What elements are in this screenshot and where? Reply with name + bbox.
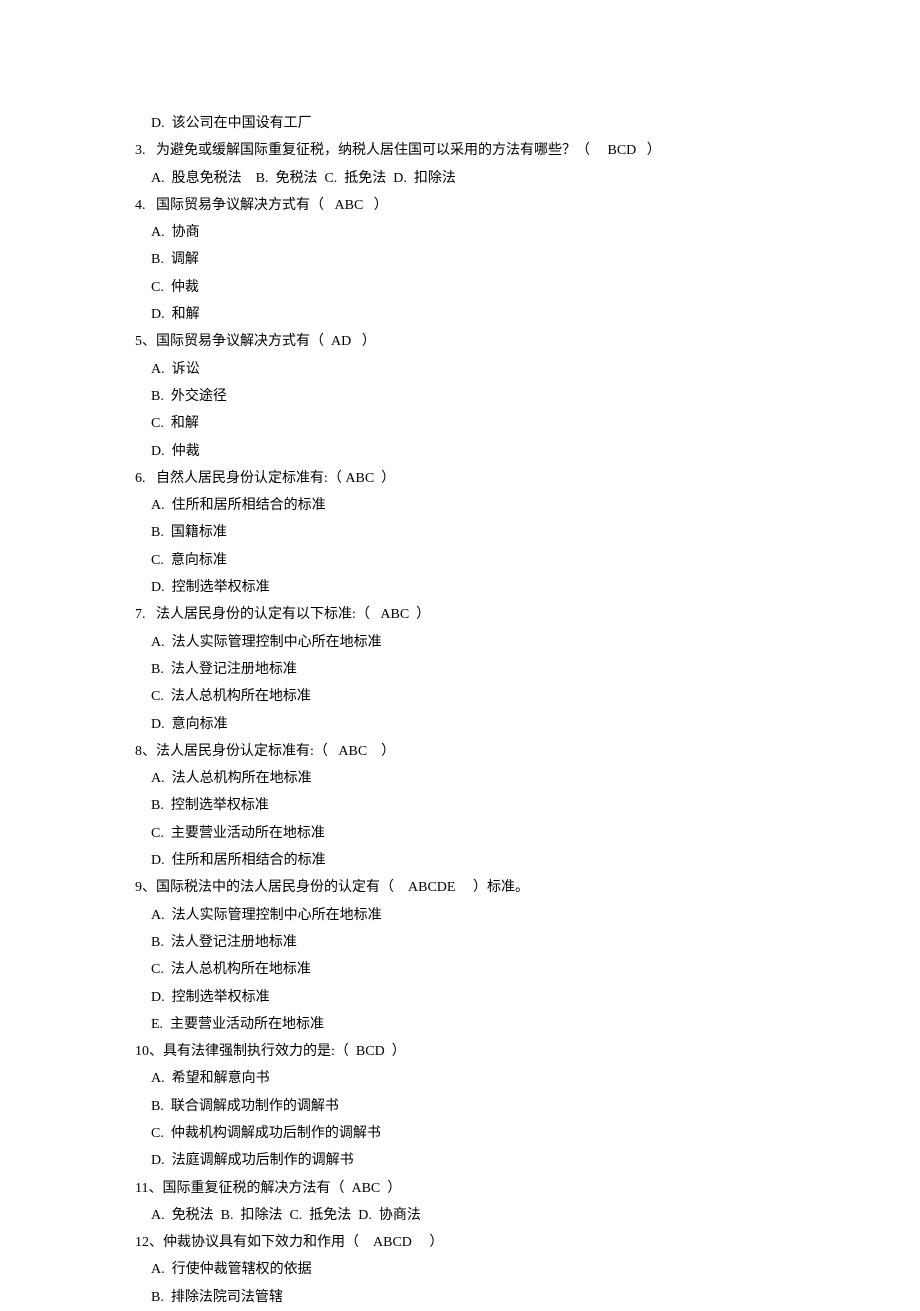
text-line: 7. 法人居民身份的认定有以下标准:（ ABC ） xyxy=(135,601,790,628)
text-line: C. 法人总机构所在地标准 xyxy=(135,683,790,710)
text-line: 10、具有法律强制执行效力的是:（ BCD ） xyxy=(135,1038,790,1065)
text-line: D. 法庭调解成功后制作的调解书 xyxy=(135,1147,790,1174)
text-line: D. 意向标准 xyxy=(135,711,790,738)
text-line: D. 仲裁 xyxy=(135,438,790,465)
text-line: A. 法人实际管理控制中心所在地标准 xyxy=(135,629,790,656)
text-line: C. 仲裁机构调解成功后制作的调解书 xyxy=(135,1120,790,1147)
text-line: B. 排除法院司法管辖 xyxy=(135,1284,790,1311)
text-line: 6. 自然人居民身份认定标准有:（ ABC ） xyxy=(135,465,790,492)
text-line: A. 法人总机构所在地标准 xyxy=(135,765,790,792)
text-line: B. 国籍标准 xyxy=(135,519,790,546)
text-line: A. 住所和居所相结合的标准 xyxy=(135,492,790,519)
text-line: 3. 为避免或缓解国际重复征税，纳税人居住国可以采用的方法有哪些？（ BCD ） xyxy=(135,137,790,164)
text-line: C. 仲裁 xyxy=(135,274,790,301)
text-line: D. 控制选举权标准 xyxy=(135,574,790,601)
text-line: B. 控制选举权标准 xyxy=(135,792,790,819)
text-line: 12、仲裁协议具有如下效力和作用（ ABCD ） xyxy=(135,1229,790,1256)
text-line: C. 主要营业活动所在地标准 xyxy=(135,820,790,847)
text-line: A. 股息免税法 B. 免税法 C. 抵免法 D. 扣除法 xyxy=(135,165,790,192)
text-line: E. 主要营业活动所在地标准 xyxy=(135,1011,790,1038)
text-line: A. 免税法 B. 扣除法 C. 抵免法 D. 协商法 xyxy=(135,1202,790,1229)
text-line: 9、国际税法中的法人居民身份的认定有（ ABCDE ）标准。 xyxy=(135,874,790,901)
text-line: A. 行使仲裁管辖权的依据 xyxy=(135,1256,790,1283)
text-line: B. 调解 xyxy=(135,246,790,273)
text-line: B. 法人登记注册地标准 xyxy=(135,929,790,956)
text-line: B. 联合调解成功制作的调解书 xyxy=(135,1093,790,1120)
text-line: C. 意向标准 xyxy=(135,547,790,574)
text-line: 11、国际重复征税的解决方法有（ ABC ） xyxy=(135,1175,790,1202)
text-line: A. 诉讼 xyxy=(135,356,790,383)
text-line: 4. 国际贸易争议解决方式有（ ABC ） xyxy=(135,192,790,219)
text-line: D. 和解 xyxy=(135,301,790,328)
text-line: 8、法人居民身份认定标准有:（ ABC ） xyxy=(135,738,790,765)
document-body: D. 该公司在中国设有工厂3. 为避免或缓解国际重复征税，纳税人居住国可以采用的… xyxy=(135,110,790,1311)
text-line: D. 控制选举权标准 xyxy=(135,984,790,1011)
text-line: B. 法人登记注册地标准 xyxy=(135,656,790,683)
text-line: C. 法人总机构所在地标准 xyxy=(135,956,790,983)
text-line: 5、国际贸易争议解决方式有（ AD ） xyxy=(135,328,790,355)
text-line: D. 该公司在中国设有工厂 xyxy=(135,110,790,137)
text-line: C. 和解 xyxy=(135,410,790,437)
text-line: A. 法人实际管理控制中心所在地标准 xyxy=(135,902,790,929)
text-line: A. 希望和解意向书 xyxy=(135,1065,790,1092)
text-line: B. 外交途径 xyxy=(135,383,790,410)
text-line: D. 住所和居所相结合的标准 xyxy=(135,847,790,874)
text-line: A. 协商 xyxy=(135,219,790,246)
